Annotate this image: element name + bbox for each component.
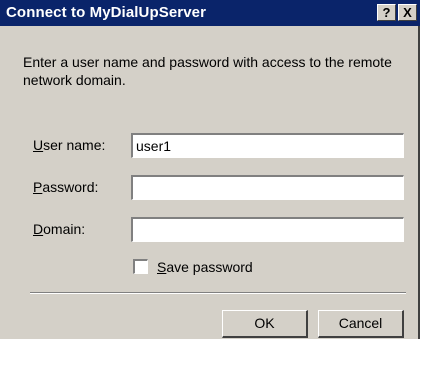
close-button[interactable]: X — [398, 4, 417, 21]
cancel-button[interactable]: Cancel — [318, 310, 404, 338]
username-label-rest: ser name: — [43, 137, 106, 153]
username-label-key: U — [33, 137, 44, 153]
password-label: Password: — [33, 179, 98, 195]
save-password-label-key: S — [157, 259, 167, 275]
help-icon: ? — [382, 5, 391, 20]
title-bar[interactable]: Connect to MyDialUpServer ? X — [0, 0, 420, 26]
window-title: Connect to MyDialUpServer — [6, 4, 207, 21]
close-icon: X — [403, 5, 412, 20]
help-button[interactable]: ? — [377, 4, 396, 21]
domain-input[interactable] — [131, 217, 404, 242]
description-text: Enter a user name and password with acce… — [23, 54, 392, 88]
ok-button[interactable]: OK — [222, 310, 308, 338]
separator — [30, 292, 406, 294]
password-label-rest: assword: — [42, 179, 99, 195]
username-input[interactable] — [131, 133, 404, 158]
username-label: User name: — [33, 137, 105, 153]
save-password-label[interactable]: Save password — [157, 259, 253, 275]
password-input[interactable] — [131, 175, 404, 200]
domain-label: Domain: — [33, 221, 85, 237]
password-label-key: P — [33, 179, 43, 195]
domain-label-rest: omain: — [43, 221, 86, 237]
domain-label-key: D — [33, 221, 44, 237]
save-password-checkbox[interactable] — [133, 259, 148, 274]
connect-dialog: Connect to MyDialUpServer ? X Enter a us… — [0, 0, 420, 339]
save-password-label-rest: ave password — [166, 259, 253, 275]
